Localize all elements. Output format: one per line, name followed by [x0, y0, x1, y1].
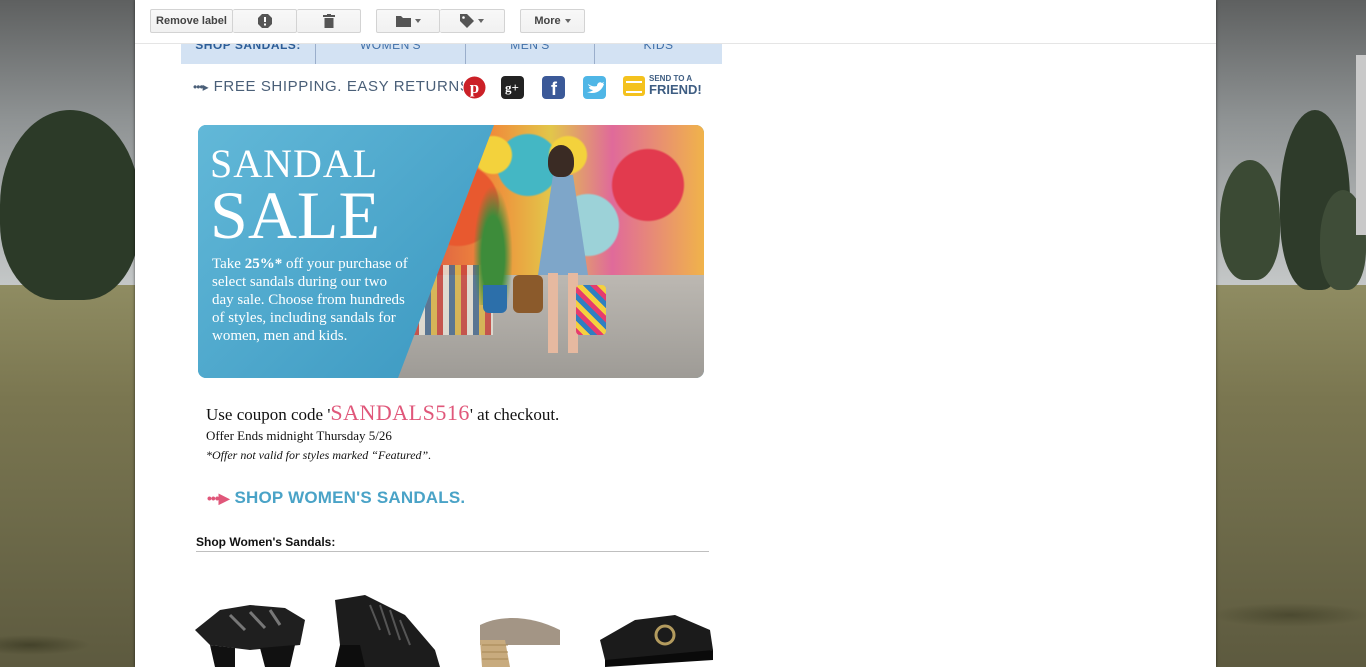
coupon-code: SANDALS516 [330, 400, 470, 425]
report-spam-icon [257, 14, 272, 28]
nav-kids-link[interactable]: KIDS [595, 43, 722, 64]
chevron-down-icon [564, 19, 571, 23]
facebook-icon[interactable]: f [542, 76, 565, 99]
taupe-wedge-product-image[interactable] [470, 600, 570, 667]
wedge-sandal-product-image[interactable] [325, 590, 445, 667]
window-scrollbar[interactable] [1356, 55, 1366, 235]
section-heading: Shop Women's Sandals: [196, 535, 709, 552]
black-sandal-product-image[interactable] [190, 590, 310, 667]
discount-percent: 25%* [244, 256, 283, 272]
pink-dotted-arrow-icon: •••▶ [207, 489, 230, 506]
nav-women-link[interactable]: WOMEN'S [316, 43, 466, 64]
twitter-icon[interactable] [583, 76, 606, 99]
sandal-sale-banner[interactable]: SANDAL SALE Take 25%* off your purchase … [198, 125, 704, 378]
offer-ends-text: Offer Ends midnight Thursday 5/26 [206, 428, 392, 443]
send-to-friend-link[interactable]: SEND TO A FRIEND! [623, 75, 702, 96]
chevron-down-icon [478, 19, 484, 23]
nav-men-link[interactable]: MEN'S [466, 43, 595, 64]
pinterest-icon[interactable]: p [463, 76, 486, 99]
trash-icon [322, 14, 335, 28]
banner-title: SANDAL SALE [210, 144, 380, 253]
delete-button[interactable] [297, 9, 361, 33]
labels-button[interactable] [440, 9, 505, 33]
move-to-button[interactable] [376, 9, 440, 33]
more-button[interactable]: More [520, 9, 585, 33]
email-nav-bar: SHOP SANDALS: WOMEN'S MEN'S KIDS [181, 43, 722, 64]
shipping-text: FREE SHIPPING. EASY RETURNS. [213, 78, 476, 95]
shipping-banner: •••▸ FREE SHIPPING. EASY RETURNS. [193, 78, 475, 95]
svg-text:p: p [470, 78, 479, 97]
label-tag-icon [460, 14, 474, 28]
more-text: More [534, 15, 561, 27]
coupon-line: Use coupon code 'SANDALS516' at checkout… [206, 400, 560, 425]
remove-label-button[interactable]: Remove label [150, 9, 233, 33]
report-spam-button[interactable] [233, 9, 297, 33]
chevron-down-icon [414, 19, 421, 23]
svg-text:g+: g+ [505, 80, 519, 95]
email-toolbar: Remove label More [135, 0, 1216, 44]
nav-shop-sandals: SHOP SANDALS: [181, 43, 316, 64]
shop-link-text: SHOP WOMEN'S SANDALS. [234, 488, 466, 507]
banner-title-line2: SALE [210, 177, 380, 253]
folder-icon [395, 16, 411, 27]
envelope-icon [623, 75, 645, 96]
offer-disclaimer: *Offer not valid for styles marked “Feat… [206, 448, 432, 462]
banner-body: Take 25%* off your purchase of select sa… [212, 256, 408, 344]
dotted-arrow-icon: •••▸ [193, 79, 209, 94]
slide-sandal-product-image[interactable] [595, 605, 720, 667]
email-pane: Remove label More SHOP SANDALS: WOMEN'S … [135, 0, 1216, 667]
google-plus-icon[interactable]: g+ [501, 76, 524, 99]
friend-text: FRIEND! [649, 82, 702, 97]
remove-label-text: Remove label [156, 15, 227, 27]
svg-text:f: f [551, 79, 558, 99]
shop-womens-sandals-link[interactable]: •••▶ SHOP WOMEN'S SANDALS. [207, 488, 465, 508]
